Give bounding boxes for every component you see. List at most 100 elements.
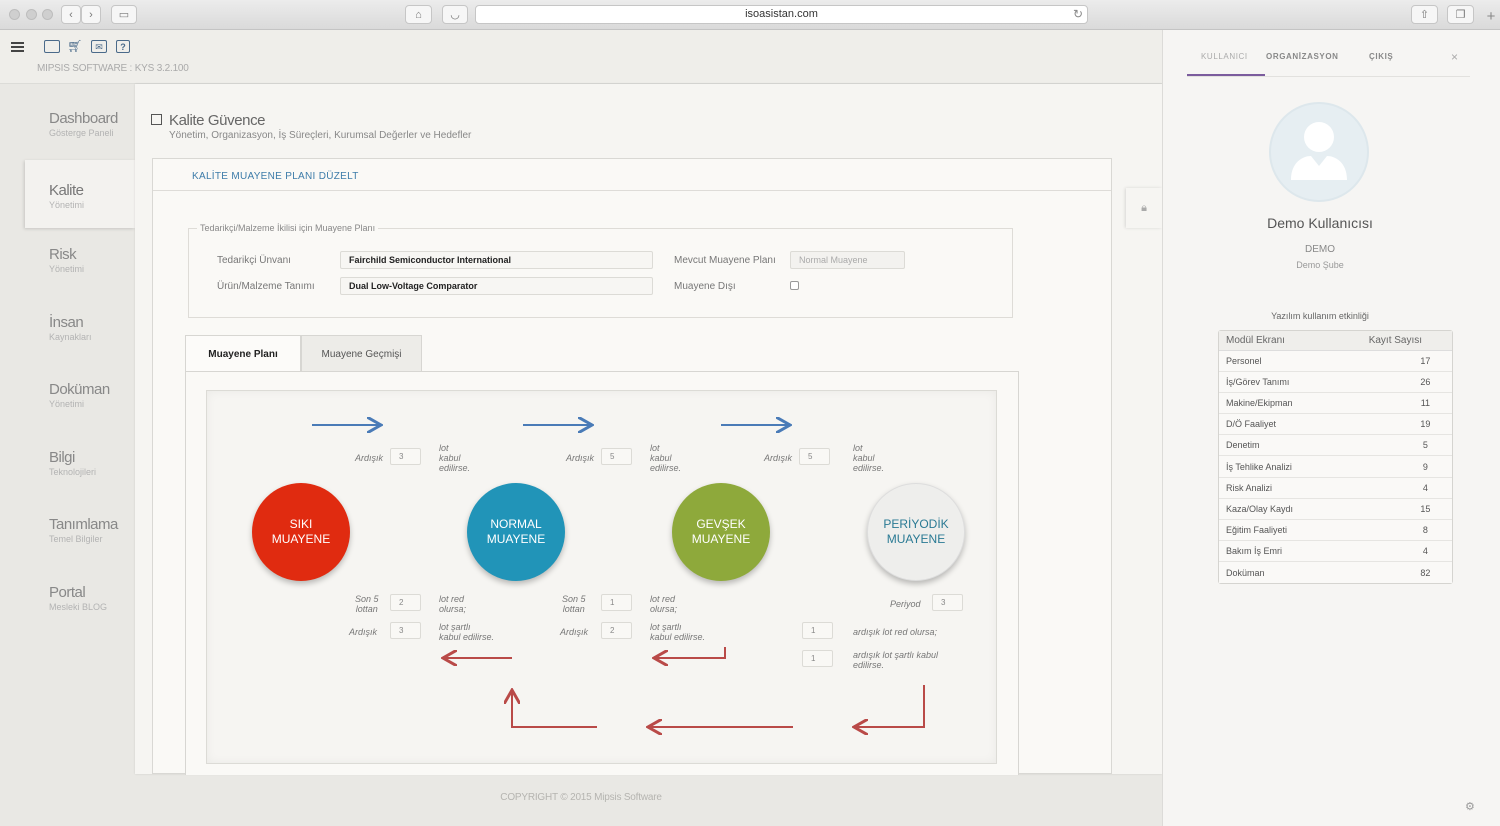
close-icon[interactable]: × (1451, 50, 1458, 64)
url-text: isoasistan.com (745, 8, 818, 20)
product-label: Ürün/Malzeme Tanımı (217, 281, 315, 292)
record-count: 17 (1338, 350, 1452, 372)
periodic-inspection-circle[interactable]: PERİYODİK MUAYENE (867, 483, 965, 581)
tab-organizasyon[interactable]: ORGANİZASYON (1266, 52, 1339, 61)
menu-icon[interactable] (11, 42, 24, 52)
d2-cons-field[interactable]: 2 (601, 622, 632, 639)
home-icon[interactable]: ⌂ (405, 5, 432, 24)
record-count: 4 (1338, 477, 1452, 499)
app-version: MIPSIS SOFTWARE : KYS 3.2.100 (37, 63, 189, 74)
up2-field[interactable]: 5 (601, 448, 632, 465)
table-row[interactable]: D/Ö Faaliyet 19 (1219, 413, 1452, 436)
sidebar-item-bilgi[interactable]: Bilgi Teknolojileri (25, 423, 135, 489)
tab-panel: SIKI MUAYENE NORMAL MUAYENE GEVŞEK MUAYENE … (185, 371, 1019, 775)
sidebar-item-sub: Mesleki BLOG (49, 602, 108, 612)
tab-muayene-gecmisi[interactable]: Muayene Geçmişi (301, 335, 422, 372)
sidebar-item-title: Portal (49, 584, 86, 601)
tab-cikis[interactable]: ÇIKIŞ (1369, 52, 1393, 61)
edit-icon (151, 114, 162, 125)
module-name: Bakım İş Emri (1219, 540, 1339, 563)
table-row[interactable]: Kaza/Olay Kaydı 15 (1219, 498, 1452, 521)
d3-a-field[interactable]: 1 (802, 622, 833, 639)
up3-field[interactable]: 5 (799, 448, 830, 465)
period-field[interactable]: 3 (932, 594, 963, 611)
table-row[interactable]: Denetim 5 (1219, 434, 1452, 457)
d2-last5-field[interactable]: 1 (601, 594, 632, 611)
window-icon[interactable] (44, 40, 60, 53)
text: kabul (439, 453, 461, 463)
record-count: 11 (1338, 392, 1452, 415)
up1-field[interactable]: 3 (390, 448, 421, 465)
sidebar-item-sub: Temel Bilgiler (49, 534, 103, 544)
mail-icon[interactable]: ✉ (91, 40, 107, 53)
table-row[interactable]: İş Tehlike Analizi 9 (1219, 455, 1452, 478)
tabs-overview-icon[interactable]: ❐ (1447, 5, 1474, 24)
usage-title: Yazılım kullanım etkinliği (1271, 311, 1369, 321)
back-icon[interactable]: ‹ (61, 5, 81, 24)
record-count: 15 (1338, 498, 1452, 521)
reload-icon[interactable]: ↻ (1073, 6, 1083, 23)
address-bar[interactable]: isoasistan.com ↻ (475, 5, 1088, 24)
sidebar-item-title: Dashboard (49, 110, 118, 127)
sidebar-item-dokuman[interactable]: Doküman Yönetimi (25, 355, 135, 421)
text: lottan (355, 604, 378, 614)
last5-label: Son 5 lottan (355, 594, 379, 614)
module-name: D/Ö Faaliyet (1219, 413, 1339, 436)
share-icon[interactable]: ⇧ (1411, 5, 1438, 24)
sidebar-item-dashboard[interactable]: Dashboard Gösterge Paneli (25, 84, 135, 150)
tab-kullanici[interactable]: KULLANICI (1201, 52, 1248, 61)
gear-icon[interactable]: ⚙ (1465, 800, 1475, 813)
pocket-icon[interactable]: ◡ (442, 5, 468, 24)
text: edilirse. (650, 463, 682, 473)
page-subtitle: Yönetim, Organizasyon, İş Süreçleri, Kur… (169, 130, 472, 141)
normal-inspection-circle[interactable]: NORMAL MUAYENE (467, 483, 565, 581)
help-icon[interactable]: ? (116, 40, 130, 53)
table-row[interactable]: Bakım İş Emri 4 (1219, 540, 1452, 563)
record-count: 4 (1338, 540, 1452, 563)
d1-cons-field[interactable]: 3 (390, 622, 421, 639)
d3-b-field[interactable]: 1 (802, 650, 833, 667)
sidebar-item-kalite[interactable]: Kalite Yönetimi (25, 160, 135, 228)
active-tab-indicator (1187, 74, 1265, 76)
loose-inspection-circle[interactable]: GEVŞEK MUAYENE (672, 483, 770, 581)
consec-conditional-label: ardışık lot şartlı kabul edilirse. (853, 650, 938, 670)
sidebar-item-title: Bilgi (49, 449, 75, 466)
table-row[interactable]: Doküman 82 (1219, 561, 1452, 584)
maximize-window-button[interactable] (42, 9, 53, 20)
module-name: Makine/Ekipman (1219, 392, 1339, 415)
minimize-window-button[interactable] (26, 9, 37, 20)
forward-icon[interactable]: › (81, 5, 101, 24)
supplier-label: Tedarikçi Ünvanı (217, 255, 291, 266)
module-name: Risk Analizi (1219, 477, 1339, 499)
text: lot (439, 443, 449, 453)
supplier-field[interactable]: Fairchild Semiconductor International (340, 251, 653, 269)
exempt-checkbox[interactable] (790, 281, 799, 290)
sidebar-item-sub: Teknolojileri (49, 467, 97, 477)
table-row[interactable]: Eğitim Faaliyeti 8 (1219, 519, 1452, 542)
table-row[interactable]: İş/Görev Tanımı 26 (1219, 371, 1452, 393)
module-name: İş/Görev Tanımı (1219, 371, 1339, 393)
new-tab-icon[interactable]: + (1482, 8, 1500, 28)
tab-muayene-plani[interactable]: Muayene Planı (185, 335, 301, 373)
d1-last5-field[interactable]: 2 (390, 594, 421, 611)
lock-icon[interactable]: 🔒︎ (1126, 188, 1162, 228)
sidebar-item-insan[interactable]: İnsan Kaynakları (25, 288, 135, 354)
sidebar-item-tanimlama[interactable]: Tanımlama Temel Bilgiler (25, 490, 135, 556)
cart-icon[interactable]: 🛒︎ (67, 40, 83, 53)
product-field[interactable]: Dual Low-Voltage Comparator (340, 277, 653, 295)
text: lot şartlı (439, 622, 471, 632)
lot-accept-label: lot kabul edilirse. (650, 443, 681, 473)
strict-inspection-circle[interactable]: SIKI MUAYENE (252, 483, 350, 581)
current-plan-field[interactable]: Normal Muayene (790, 251, 905, 269)
consecutive-label: Ardışık (355, 453, 384, 463)
record-count: 9 (1338, 455, 1452, 478)
table-row[interactable]: Personel 17 (1219, 350, 1452, 372)
table-row[interactable]: Risk Analizi 4 (1219, 477, 1452, 499)
close-window-button[interactable] (9, 9, 20, 20)
sidebar-item-sub: Kaynakları (49, 332, 92, 342)
sidebar-item-portal[interactable]: Portal Mesleki BLOG (25, 558, 135, 624)
sidebar-item-risk[interactable]: Risk Yönetimi (25, 220, 135, 286)
sidebar-toggle-icon[interactable]: ▭ (111, 5, 137, 24)
table-row[interactable]: Makine/Ekipman 11 (1219, 392, 1452, 415)
module-name: Denetim (1219, 434, 1339, 457)
